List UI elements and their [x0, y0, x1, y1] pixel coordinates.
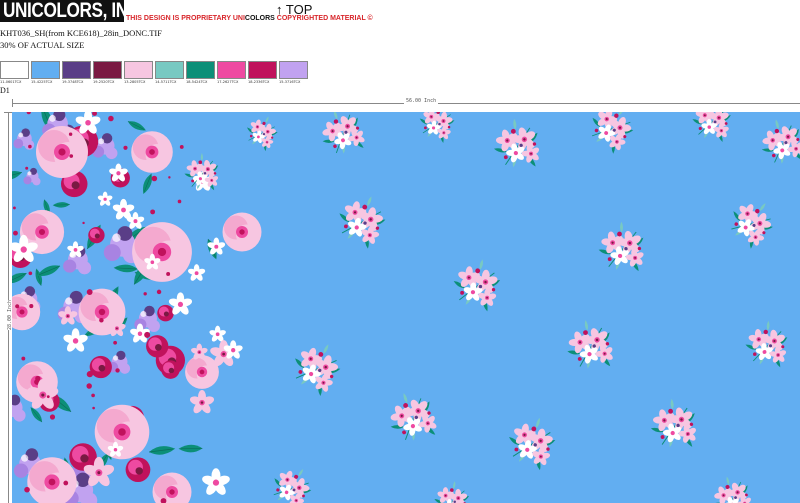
- color-chip: 18-2336TCX: [248, 61, 277, 87]
- color-swatch: [279, 61, 308, 79]
- color-code: 13-2805TCX: [124, 80, 146, 84]
- border-bud: [29, 304, 34, 309]
- color-code: 15-3716TCX: [279, 80, 301, 84]
- color-chip: 19-2520TCX: [93, 61, 122, 87]
- color-swatch: [31, 61, 60, 79]
- color-chip: 14-5711TCX: [155, 61, 184, 87]
- border-bud: [86, 289, 93, 295]
- color-chip: 19-3748TCX: [62, 61, 91, 87]
- border-bud: [25, 166, 29, 170]
- scale-label: 30% OF ACTUAL SIZE: [0, 40, 85, 50]
- border-bud: [143, 292, 147, 296]
- border-rose: [36, 126, 88, 178]
- border-bud: [156, 289, 162, 295]
- border-bud: [115, 368, 120, 373]
- border-rose: [185, 355, 219, 389]
- border-bud: [86, 371, 93, 378]
- border-bud: [24, 486, 30, 493]
- border-bud: [69, 154, 74, 158]
- border-bud: [82, 221, 85, 225]
- border-bud: [12, 206, 16, 210]
- border-magenta-rose: [157, 304, 174, 322]
- color-swatch: [62, 61, 91, 79]
- border-bud: [166, 271, 171, 276]
- border-magenta-rose: [89, 355, 112, 379]
- border-bud: [21, 356, 26, 361]
- border-bud: [86, 383, 92, 389]
- border-bud: [35, 375, 41, 382]
- border-rose: [132, 222, 192, 282]
- border-bud: [63, 480, 69, 486]
- border-bud: [123, 145, 128, 150]
- border-bud: [170, 372, 175, 377]
- color-code: 11-0601TCX: [0, 80, 22, 84]
- color-code: 14-5711TCX: [155, 80, 177, 84]
- company-logo-text: UNICOLORS, INC.: [3, 0, 145, 22]
- width-ruler: 56.00 Inch: [12, 98, 800, 107]
- border-bud: [68, 132, 73, 136]
- border-magenta-rose: [88, 226, 105, 244]
- border-magenta-rose: [125, 457, 151, 483]
- copyright-notice: THIS DESIGN IS PROPRIETARY UNICOLORS COP…: [126, 15, 373, 22]
- border-bud: [78, 463, 85, 469]
- color-chip: 18-5424TCX: [186, 61, 215, 87]
- border-bud: [144, 331, 151, 338]
- border-bud: [168, 176, 171, 179]
- color-code: 19-3748TCX: [62, 80, 84, 84]
- border-rose: [222, 212, 262, 252]
- file-name: KHT036_SH(from KCE618)_28in_DONC.TIF: [0, 28, 162, 38]
- color-swatch: [248, 61, 277, 79]
- border-bud: [28, 144, 32, 149]
- border-bud: [150, 209, 156, 215]
- border-bud: [108, 115, 114, 122]
- border-bud: [179, 145, 184, 149]
- border-bud: [92, 406, 95, 410]
- border-magenta-rose: [146, 335, 169, 358]
- color-swatch: [186, 61, 215, 79]
- color-code: 18-5424TCX: [186, 80, 208, 84]
- color-swatch: [0, 61, 29, 79]
- color-code: 17-2627TCX: [217, 80, 239, 84]
- color-code: 19-2520TCX: [93, 80, 115, 84]
- top-orientation-label: ↑ TOP: [276, 2, 313, 17]
- border-bud: [99, 317, 104, 323]
- notice-brand-rest: COLORS: [244, 15, 275, 22]
- color-chip: 15-4225TCX: [31, 61, 60, 87]
- floral-print-artwork: [12, 112, 800, 503]
- color-swatch: [93, 61, 122, 79]
- colorway-label: D1: [0, 86, 10, 95]
- color-swatch: [217, 61, 246, 79]
- notice-brand-uni: UNI: [232, 15, 245, 22]
- height-ruler-tick: [4, 112, 12, 113]
- width-ruler-label: 56.00 Inch: [404, 98, 439, 104]
- company-logo: UNICOLORS, INC.: [0, 0, 145, 22]
- border-bud: [46, 395, 50, 399]
- height-ruler: 28.00 Inch: [4, 112, 14, 503]
- border-rose: [94, 404, 150, 460]
- color-chip: 13-2805TCX: [124, 61, 153, 87]
- border-bud: [28, 271, 33, 276]
- color-chip: 11-0601TCX: [0, 61, 29, 87]
- color-chip: 15-3716TCX: [279, 61, 308, 87]
- color-swatch: [155, 61, 184, 79]
- border-bud: [13, 230, 18, 236]
- color-chip: 17-2627TCX: [217, 61, 246, 87]
- border-bud: [113, 340, 118, 345]
- border-bud: [91, 393, 95, 398]
- border-bud: [151, 175, 158, 182]
- color-swatch: [124, 61, 153, 79]
- border-magenta-rose: [161, 360, 180, 379]
- floral-print-canvas: [12, 112, 800, 503]
- notice-prefix: THIS DESIGN IS PROPRIETARY: [126, 15, 233, 22]
- border-rose: [131, 131, 173, 173]
- border-bud: [177, 199, 182, 204]
- color-code: 15-4225TCX: [31, 80, 53, 84]
- border-bud: [49, 414, 56, 420]
- border-bud: [15, 304, 20, 309]
- color-code: 18-2336TCX: [248, 80, 270, 84]
- width-ruler-tick: [12, 99, 13, 107]
